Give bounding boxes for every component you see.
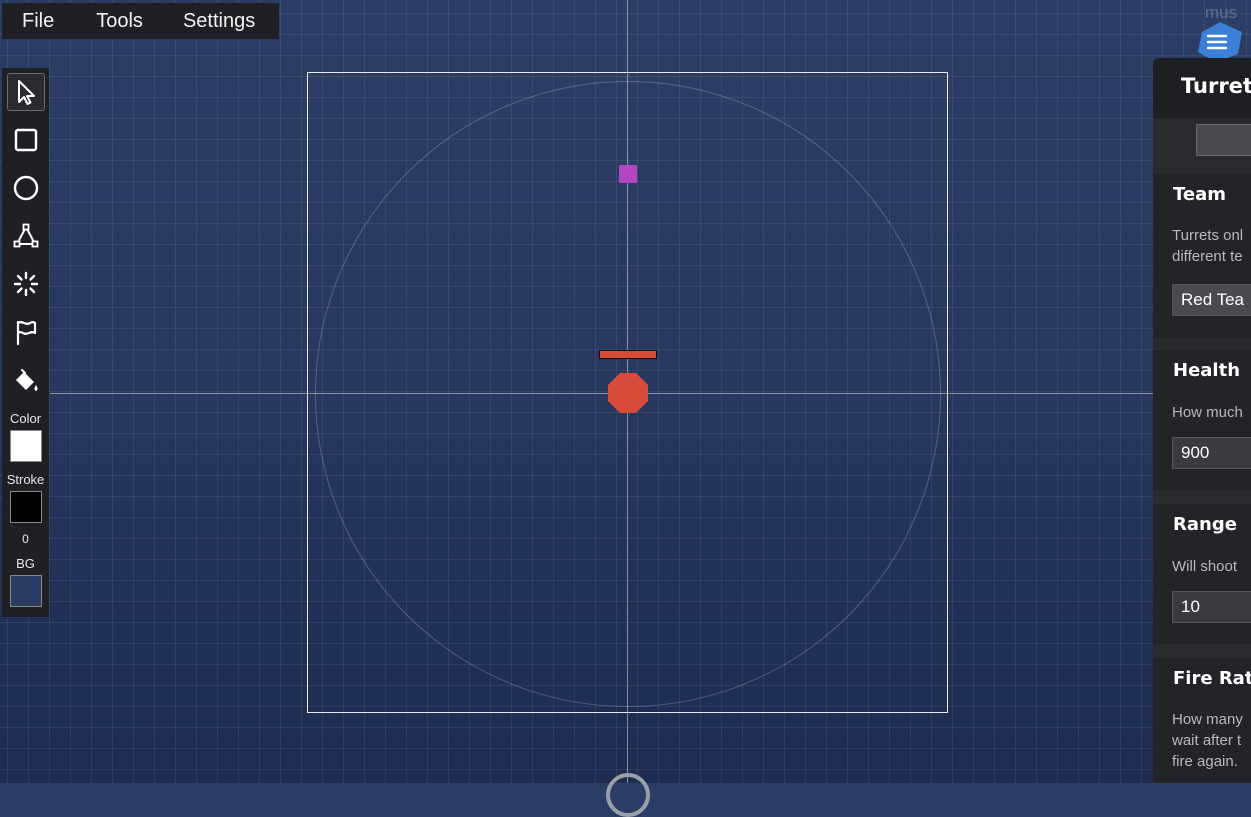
flag-icon [16, 320, 37, 346]
team-title: Team [1173, 184, 1226, 205]
fill-color-swatch[interactable] [10, 430, 42, 462]
menu-settings[interactable]: Settings [163, 10, 275, 33]
team-select[interactable]: Red Tea [1172, 284, 1251, 316]
rectangle-tool-button[interactable] [7, 121, 45, 159]
square-icon [14, 128, 38, 152]
cursor-arrow-icon [18, 80, 35, 105]
fire-rate-title: Fire Rate [1173, 668, 1251, 689]
menu-tools[interactable]: Tools [76, 10, 163, 33]
team-desc-line1: Turrets onl [1172, 227, 1244, 244]
range-desc: Will shoot [1172, 558, 1238, 575]
health-section: Health How much 900 [1153, 350, 1251, 490]
bottom-handle[interactable] [606, 773, 650, 817]
fire-rate-desc-line2: wait after t [1172, 732, 1242, 749]
target-square[interactable] [619, 165, 637, 183]
paint-bucket-icon [16, 368, 38, 391]
range-section: Range Will shoot 10 [1153, 504, 1251, 644]
spawner-tool-button[interactable] [7, 265, 45, 303]
health-desc: How much [1172, 404, 1243, 421]
select-tool-button[interactable] [7, 73, 45, 111]
health-title: Health [1173, 360, 1241, 381]
properties-panel: Turret Team Turrets onl different te Red… [1153, 58, 1251, 783]
team-section: Team Turrets onl different te Red Tea [1153, 174, 1251, 338]
health-input[interactable]: 900 [1172, 437, 1251, 469]
turret-octagon[interactable] [607, 372, 649, 414]
tool-palette: Color Stroke 0 BG [2, 68, 49, 617]
stroke-width-value[interactable]: 0 [2, 532, 49, 546]
fire-rate-desc-line3: fire again. [1172, 753, 1238, 770]
polygon-vertices-icon [13, 223, 39, 248]
stroke-color-swatch[interactable] [10, 491, 42, 523]
menu-file[interactable]: File [2, 10, 76, 33]
panel-header: Turret [1153, 58, 1251, 118]
fill-tool-button[interactable] [7, 361, 45, 399]
menu-bar: File Tools Settings [2, 3, 279, 39]
circle-tool-button[interactable] [7, 169, 45, 207]
burst-loader-icon [13, 271, 39, 297]
stroke-label: Stroke [6, 472, 45, 487]
range-title: Range [1173, 514, 1237, 535]
panel-action-button[interactable] [1196, 124, 1251, 156]
panel-title: Turret [1181, 74, 1251, 98]
color-label: Color [9, 411, 42, 426]
bg-color-swatch[interactable] [10, 575, 42, 607]
flag-tool-button[interactable] [7, 313, 45, 351]
circle-icon [13, 175, 39, 201]
bg-label: BG [16, 556, 35, 571]
turret-health-bar [599, 350, 657, 359]
fire-rate-section: Fire Rate How many wait after t fire aga… [1153, 658, 1251, 783]
range-input[interactable]: 10 [1172, 591, 1251, 623]
team-desc-line2: different te [1172, 248, 1243, 265]
fire-rate-desc-line1: How many [1172, 711, 1243, 728]
polygon-tool-button[interactable] [7, 217, 45, 255]
